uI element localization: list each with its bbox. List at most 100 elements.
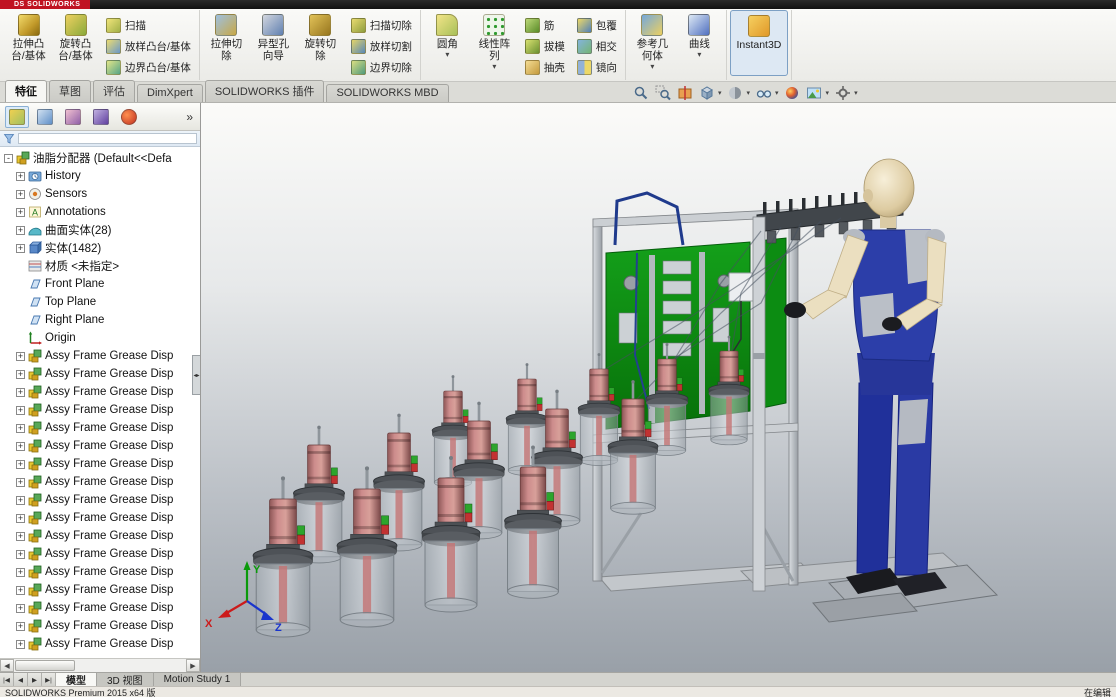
view-orientation-icon[interactable] (698, 85, 715, 102)
doc-nav-button[interactable]: ▶| (42, 673, 56, 686)
view-settings-arrow[interactable]: ▾ (854, 89, 858, 97)
scroll-thumb[interactable] (15, 660, 75, 671)
instant3d-button[interactable]: Instant3D (730, 10, 788, 76)
display-style-icon[interactable] (727, 85, 744, 102)
tree-root-item[interactable]: - 油脂分配器 (Default<<Defa (0, 149, 200, 167)
linear-pattern-button[interactable]: 线性阵 列 ▾ (471, 10, 518, 76)
revolved-boss-base-button[interactable]: 旋转凸 台/基体 (52, 10, 99, 76)
doc-nav-button[interactable]: ▶ (28, 673, 42, 686)
edit-appearance-icon[interactable] (784, 85, 801, 102)
tree-item-assembly-component[interactable]: + Assy Frame Grease Disp (0, 383, 200, 401)
panel-overflow-chevron[interactable]: » (186, 110, 195, 124)
hide-show-items-arrow[interactable]: ▾ (775, 89, 779, 97)
scroll-right-button[interactable]: ▶ (186, 659, 200, 672)
reference-geometry-button[interactable]: 参考几 何体 ▾ (629, 10, 676, 76)
tree-item[interactable]: + Annotations (0, 203, 200, 221)
shell-button[interactable]: 抽壳 (522, 59, 568, 76)
boundary-cut-button[interactable]: 边界切除 (348, 59, 415, 76)
filter-input[interactable] (18, 133, 197, 144)
tree-item-assembly-component[interactable]: + Assy Frame Grease Disp (0, 581, 200, 599)
tab-sketch[interactable]: 草图 (49, 80, 91, 102)
wrap-button[interactable]: 包覆 (574, 17, 620, 34)
expand-toggle[interactable] (16, 280, 25, 289)
expand-toggle[interactable]: + (16, 190, 25, 199)
tree-item[interactable]: + History (0, 167, 200, 185)
tab-featuremanager-tree[interactable] (5, 106, 29, 128)
tree-item[interactable]: 材质 <未指定> (0, 257, 200, 275)
curves-button[interactable]: 曲线 ▾ (676, 10, 723, 76)
view-orientation-arrow[interactable]: ▾ (718, 89, 722, 97)
tree-item[interactable]: Front Plane (0, 275, 200, 293)
tab-motion-study-1[interactable]: Motion Study 1 (154, 673, 242, 686)
doc-nav-button[interactable]: ◀ (14, 673, 28, 686)
lofted-cut-button[interactable]: 放样切割 (348, 38, 415, 55)
tree-item-assembly-component[interactable]: + Assy Frame Grease Disp (0, 509, 200, 527)
tree-item[interactable]: Origin (0, 329, 200, 347)
expand-toggle[interactable]: + (16, 370, 25, 379)
linear-pattern-flyout-arrow[interactable]: ▾ (492, 63, 496, 71)
expand-toggle[interactable]: + (16, 406, 25, 415)
revolved-cut-button[interactable]: 旋转切 除 (297, 10, 344, 76)
hole-wizard-button[interactable]: 异型孔 向导 (250, 10, 297, 76)
tree-item-assembly-component[interactable]: + Assy Frame Grease Disp (0, 401, 200, 419)
tree-item-assembly-component[interactable]: + Assy Frame Grease Disp (0, 347, 200, 365)
doc-nav-button[interactable]: |◀ (0, 673, 14, 686)
tree-item-assembly-component[interactable]: + Assy Frame Grease Disp (0, 617, 200, 635)
rib-button[interactable]: 筋 (522, 17, 568, 34)
expand-toggle[interactable]: + (16, 514, 25, 523)
tab-solidworks-mbd[interactable]: SOLIDWORKS MBD (326, 84, 448, 102)
expand-toggle[interactable]: + (16, 424, 25, 433)
tree-item-assembly-component[interactable]: + Assy Frame Grease Disp (0, 599, 200, 617)
swept-boss-base-button[interactable]: 扫描 (103, 17, 194, 34)
tree-item-assembly-component[interactable]: + Assy Frame Grease Disp (0, 419, 200, 437)
zoom-area-icon[interactable] (654, 85, 671, 102)
expand-toggle[interactable]: + (16, 622, 25, 631)
tab-model[interactable]: 模型 (56, 673, 97, 686)
extruded-cut-button[interactable]: 拉伸切 除 (203, 10, 250, 76)
tree-item[interactable]: + Sensors (0, 185, 200, 203)
intersect-button[interactable]: 相交 (574, 38, 620, 55)
boundary-boss-base-button[interactable]: 边界凸台/基体 (103, 59, 194, 76)
tree-item-assembly-component[interactable]: + Assy Frame Grease Disp (0, 365, 200, 383)
tree-item[interactable]: + 曲面实体(28) (0, 221, 200, 239)
zoom-fit-icon[interactable] (632, 85, 649, 102)
tree-item-assembly-component[interactable]: + Assy Frame Grease Disp (0, 563, 200, 581)
expand-toggle[interactable]: + (16, 568, 25, 577)
expand-toggle[interactable]: + (16, 352, 25, 361)
expand-toggle[interactable]: + (16, 532, 25, 541)
expand-toggle[interactable]: + (16, 226, 25, 235)
tab-dimxpert[interactable]: DimXpert (137, 84, 203, 102)
expand-toggle[interactable]: + (16, 586, 25, 595)
tab-dimxpertmanager[interactable] (89, 106, 113, 128)
expand-toggle[interactable]: + (16, 640, 25, 649)
tree-item-assembly-component[interactable]: + Assy Frame Grease Disp (0, 527, 200, 545)
tree-item[interactable]: Right Plane (0, 311, 200, 329)
expand-toggle[interactable]: + (16, 172, 25, 181)
tree-item[interactable]: Top Plane (0, 293, 200, 311)
fillet-flyout-arrow[interactable]: ▾ (445, 51, 449, 59)
expand-toggle[interactable]: + (16, 442, 25, 451)
hide-show-items-icon[interactable] (755, 85, 772, 102)
apply-scene-icon[interactable] (806, 85, 823, 102)
expand-toggle[interactable]: + (16, 604, 25, 613)
tree-item-assembly-component[interactable]: + Assy Frame Grease Disp (0, 455, 200, 473)
curves-flyout-arrow[interactable]: ▾ (697, 51, 701, 59)
apply-scene-arrow[interactable]: ▾ (826, 89, 830, 97)
expand-toggle[interactable]: + (16, 478, 25, 487)
tree-item-assembly-component[interactable]: + Assy Frame Grease Disp (0, 473, 200, 491)
expand-toggle[interactable]: + (16, 550, 25, 559)
expand-toggle[interactable]: + (16, 208, 25, 217)
tab-configurationmanager[interactable] (61, 106, 85, 128)
section-view-icon[interactable] (676, 85, 693, 102)
tab-solidworks-addins[interactable]: SOLIDWORKS 插件 (205, 80, 325, 102)
extruded-boss-base-button[interactable]: 拉伸凸 台/基体 (5, 10, 52, 76)
expand-toggle[interactable] (16, 316, 25, 325)
tab-3d-views[interactable]: 3D 视图 (97, 673, 154, 686)
expand-toggle[interactable] (16, 262, 25, 271)
tab-propertymanager[interactable] (33, 106, 57, 128)
expand-toggle[interactable]: + (16, 496, 25, 505)
reference-geometry-flyout-arrow[interactable]: ▾ (650, 63, 654, 71)
draft-button[interactable]: 拔模 (522, 38, 568, 55)
expand-toggle[interactable] (16, 298, 25, 307)
graphics-area[interactable]: Y X Z (201, 103, 1116, 672)
